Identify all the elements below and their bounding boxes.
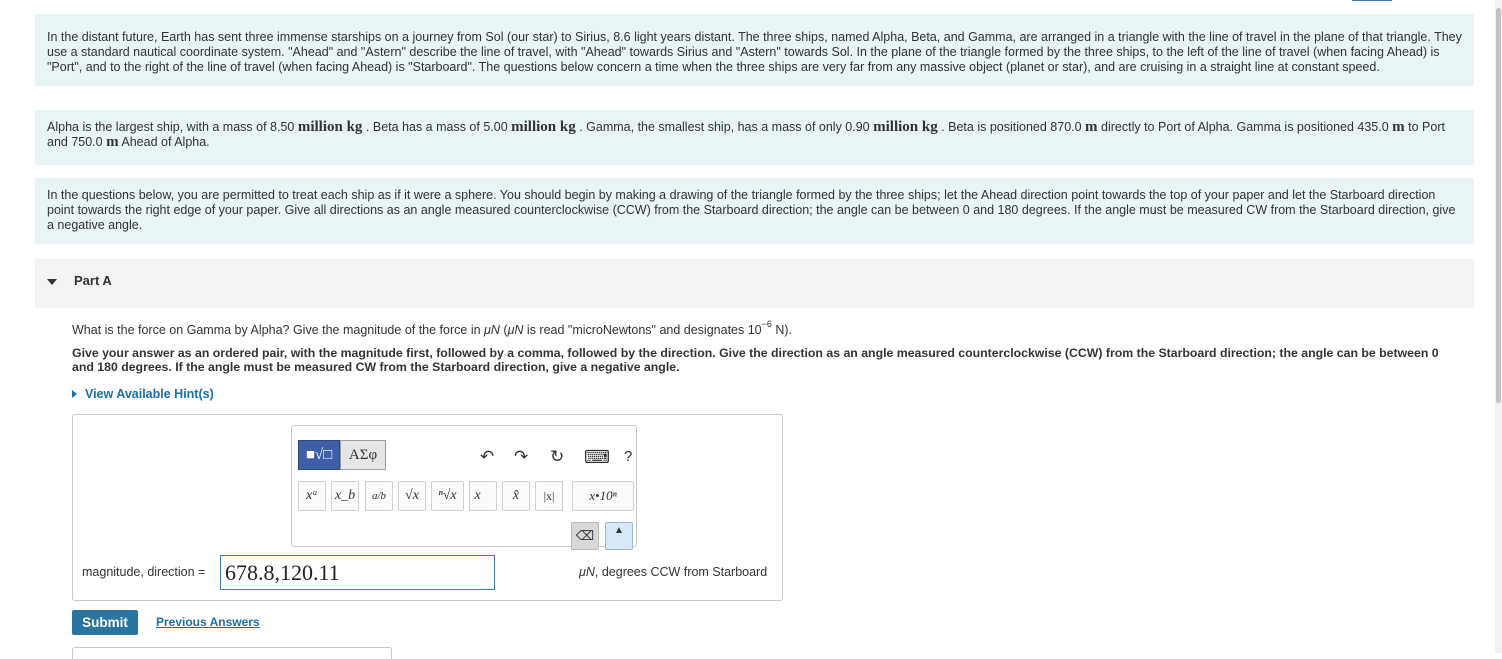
- collapse-caret-icon[interactable]: [47, 279, 57, 285]
- answer-unit: μN, degrees CCW from Starboard: [579, 565, 767, 579]
- expand-triangle-icon: [72, 390, 77, 398]
- unit-micronewton: μN: [484, 323, 500, 338]
- answer-label: magnitude, direction =: [82, 565, 206, 579]
- subscript-button[interactable]: x_b: [331, 481, 359, 511]
- scrollbar[interactable]: [1495, 0, 1502, 653]
- math-toolbar: ■√□ ΑΣφ ↶ ↷ ↻ ⌨ ? xᵃ x_b a/b √x ⁿ√x x⃗ x…: [291, 425, 637, 550]
- question-segment: What is the force on Gamma by Alpha? Giv…: [72, 323, 485, 338]
- feedback-box: [72, 647, 392, 659]
- nth-root-button[interactable]: ⁿ√x: [431, 481, 464, 511]
- previous-answers-link[interactable]: Previous Answers: [156, 615, 260, 629]
- unit-direction: , degrees CCW from Starboard: [594, 565, 768, 579]
- backspace-icon[interactable]: ⌫: [571, 522, 599, 550]
- unit-m: m: [106, 134, 119, 150]
- vector-button[interactable]: x⃗: [469, 481, 497, 511]
- unit-million-kg: million kg: [873, 119, 938, 135]
- sqrt-button[interactable]: √x: [398, 481, 426, 511]
- intro-paragraph-3: In the questions below, you are permitte…: [35, 178, 1474, 244]
- p2-text: . Beta has a mass of 5.00: [362, 120, 512, 134]
- question-segment: (: [499, 323, 508, 338]
- exponent: −6: [761, 319, 772, 329]
- unit-vector-button[interactable]: x̂: [502, 481, 530, 511]
- unit-micronewton: μN: [579, 565, 595, 579]
- intro-paragraph-1: In the distant future, Earth has sent th…: [35, 14, 1474, 86]
- top-link-edge: [1352, 0, 1392, 3]
- help-icon[interactable]: ?: [624, 448, 632, 466]
- scientific-notation-button[interactable]: x•10ⁿ: [572, 481, 634, 511]
- greek-symbols-button[interactable]: ΑΣφ: [340, 440, 386, 470]
- absolute-value-button[interactable]: |x|: [535, 481, 563, 511]
- intro-paragraph-2: Alpha is the largest ship, with a mass o…: [35, 110, 1474, 165]
- reset-icon[interactable]: ↻: [550, 448, 564, 466]
- intro-text-3: In the questions below, you are permitte…: [47, 188, 1456, 232]
- part-title: Part A: [74, 273, 112, 288]
- question-segment: is read "microNewtons" and designates 10: [523, 323, 762, 338]
- answer-instruction: Give your answer as an ordered pair, wit…: [72, 346, 1439, 374]
- answer-input[interactable]: 678.8,120.11: [220, 555, 495, 590]
- unit-million-kg: million kg: [511, 119, 576, 135]
- scrollbar-thumb[interactable]: [1496, 8, 1501, 403]
- p2-text: Alpha is the largest ship, with a mass o…: [47, 120, 298, 134]
- p2-text: . Gamma, the smallest ship, has a mass o…: [575, 120, 874, 134]
- templates-button[interactable]: ■√□: [298, 440, 340, 470]
- unit-m: m: [1085, 119, 1098, 135]
- view-hints-link[interactable]: View Available Hint(s): [72, 387, 214, 401]
- part-a-header[interactable]: Part A: [35, 259, 1474, 308]
- fraction-button[interactable]: a/b: [365, 481, 393, 511]
- superscript-button[interactable]: xᵃ: [298, 481, 326, 511]
- keyboard-icon[interactable]: ⌨: [584, 448, 610, 466]
- p2-text: Ahead of Alpha.: [118, 135, 210, 149]
- keyboard-toggle-icon[interactable]: ▲: [605, 522, 633, 550]
- question-text: What is the force on Gamma by Alpha? Giv…: [72, 319, 793, 338]
- submit-button[interactable]: Submit: [72, 610, 138, 635]
- unit-m: m: [1392, 119, 1405, 135]
- undo-icon[interactable]: ↶: [480, 448, 494, 466]
- answer-area: ■√□ ΑΣφ ↶ ↷ ↻ ⌨ ? xᵃ x_b a/b √x ⁿ√x x⃗ x…: [72, 414, 783, 601]
- intro-text-1: In the distant future, Earth has sent th…: [47, 30, 1462, 74]
- p2-text: directly to Port of Alpha. Gamma is posi…: [1097, 120, 1393, 134]
- p2-text: . Beta is positioned 870.0: [937, 120, 1086, 134]
- question-segment: N).: [771, 323, 793, 338]
- unit-million-kg: million kg: [297, 119, 363, 135]
- hint-label: View Available Hint(s): [85, 387, 214, 401]
- redo-icon[interactable]: ↷: [514, 448, 528, 466]
- unit-micronewton: μN: [507, 323, 524, 338]
